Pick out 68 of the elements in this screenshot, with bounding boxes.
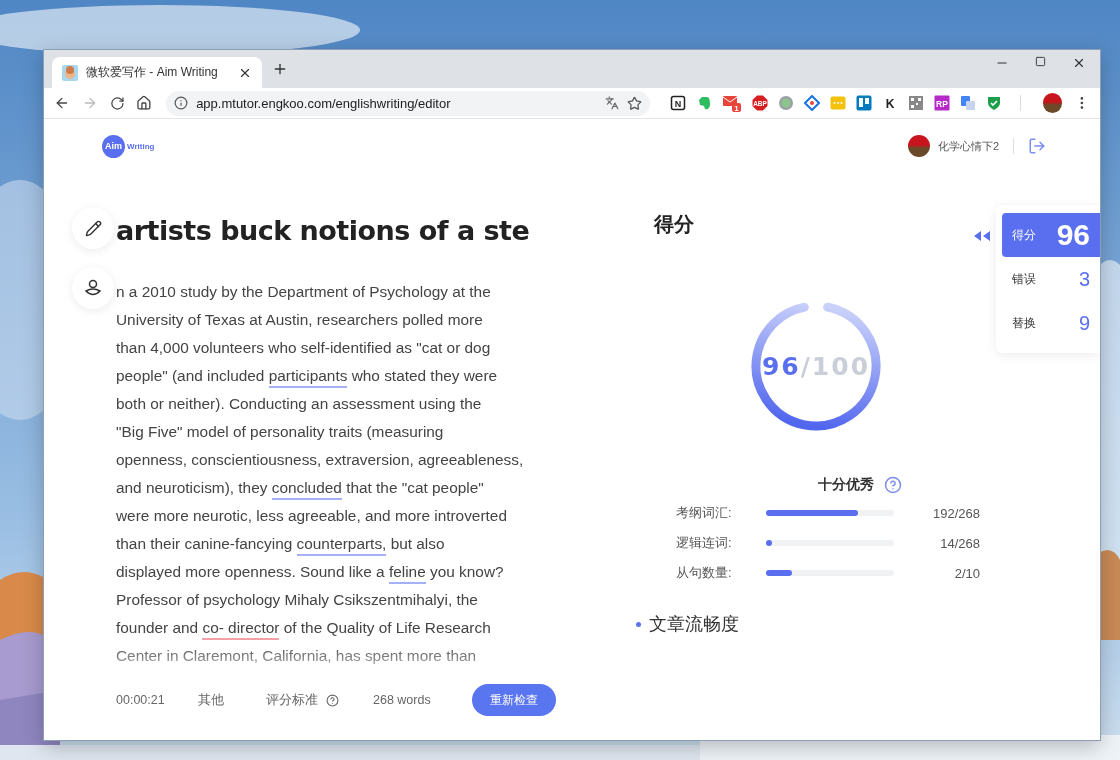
reload-icon[interactable] — [109, 95, 125, 111]
star-icon[interactable] — [626, 95, 642, 111]
pencil-icon — [84, 219, 102, 237]
dots-icon[interactable] — [829, 95, 846, 111]
board-icon[interactable] — [855, 95, 872, 111]
metric-reading: 14/268 — [939, 535, 980, 551]
circle-icon[interactable] — [777, 95, 794, 111]
maximize-icon[interactable] — [1035, 56, 1046, 67]
diamond-icon[interactable] — [803, 95, 820, 111]
score-heading: 得分 — [654, 212, 695, 237]
metric-label: 从句数量: — [676, 564, 733, 582]
logo-mark: Aim — [102, 134, 125, 158]
word-count: 268 words — [373, 693, 431, 707]
qr-code-icon[interactable] — [907, 95, 924, 111]
home-icon[interactable] — [136, 95, 153, 111]
user-icon — [83, 278, 103, 298]
flagged-word[interactable]: counterparts, — [296, 535, 387, 556]
user-name[interactable]: 化学心情下2 — [937, 138, 999, 154]
summary-value: 3 — [1078, 267, 1090, 291]
category-label[interactable]: 其他 — [198, 691, 266, 709]
flagged-word[interactable]: concluded — [271, 479, 342, 500]
score-verdict: 十分优秀 — [818, 476, 874, 494]
timer: 00:00:21 — [116, 693, 166, 707]
summary-tab[interactable]: 错误 3 — [1002, 257, 1100, 301]
summary-label: 错误 — [1012, 270, 1037, 288]
flagged-word[interactable]: co- director — [202, 619, 280, 640]
section-title[interactable]: 文章流畅度 — [649, 612, 739, 636]
help-icon[interactable] — [326, 693, 339, 707]
score-value: 96 — [761, 351, 801, 381]
rubric-link[interactable]: 评分标准 — [266, 691, 318, 709]
summary-value: 9 — [1078, 311, 1090, 335]
logo-text: Writing — [127, 141, 155, 151]
summary-label: 得分 — [1012, 226, 1037, 244]
profile-button[interactable] — [72, 267, 114, 309]
letter-icon[interactable]: K — [881, 95, 898, 111]
help-icon[interactable] — [884, 476, 902, 494]
summary-label: 替换 — [1012, 314, 1037, 332]
summary-tab[interactable]: 得分 96 — [1002, 213, 1100, 257]
new-tab-icon[interactable] — [272, 61, 288, 77]
recheck-button[interactable]: 重新检查 — [472, 684, 556, 716]
flagged-word[interactable]: participants — [268, 367, 348, 388]
metric-reading: 192/268 — [932, 505, 980, 521]
summary-value: 96 — [1056, 218, 1090, 252]
collapse-icon[interactable] — [974, 231, 990, 241]
edit-button[interactable] — [72, 207, 114, 249]
address-bar[interactable]: app.mtutor.engkoo.com/englishwriting/editor — [166, 90, 650, 116]
metric-reading: 2/10 — [953, 565, 980, 581]
browser-tab[interactable]: 微软爱写作 - Aim Writing — [52, 57, 262, 88]
info-icon[interactable] — [174, 96, 189, 110]
logout-icon[interactable] — [1028, 137, 1046, 155]
url-text: app.mtutor.engkoo.com/englishwriting/editor — [196, 95, 452, 111]
user-avatar[interactable] — [907, 135, 930, 157]
translate-icon[interactable] — [959, 95, 976, 111]
close-icon[interactable] — [1072, 56, 1086, 70]
metric-label: 逻辑连词: — [676, 534, 733, 552]
favicon-icon — [62, 64, 78, 81]
flagged-word[interactable]: feline — [388, 563, 426, 584]
rp-icon[interactable]: RP — [933, 95, 950, 111]
bullet-icon — [636, 621, 641, 627]
summary-tab[interactable]: 替换 9 — [1002, 301, 1100, 345]
essay-title: artists buck notions of a ste — [116, 214, 530, 248]
translate-icon[interactable] — [604, 96, 619, 110]
notion-icon[interactable]: N — [669, 95, 686, 111]
back-icon[interactable] — [54, 95, 70, 111]
profile-avatar[interactable] — [1042, 93, 1063, 113]
metric-label: 考纲词汇: — [676, 504, 733, 522]
shield-icon[interactable] — [985, 95, 1002, 111]
tab-title: 微软爱写作 - Aim Writing — [86, 64, 219, 81]
